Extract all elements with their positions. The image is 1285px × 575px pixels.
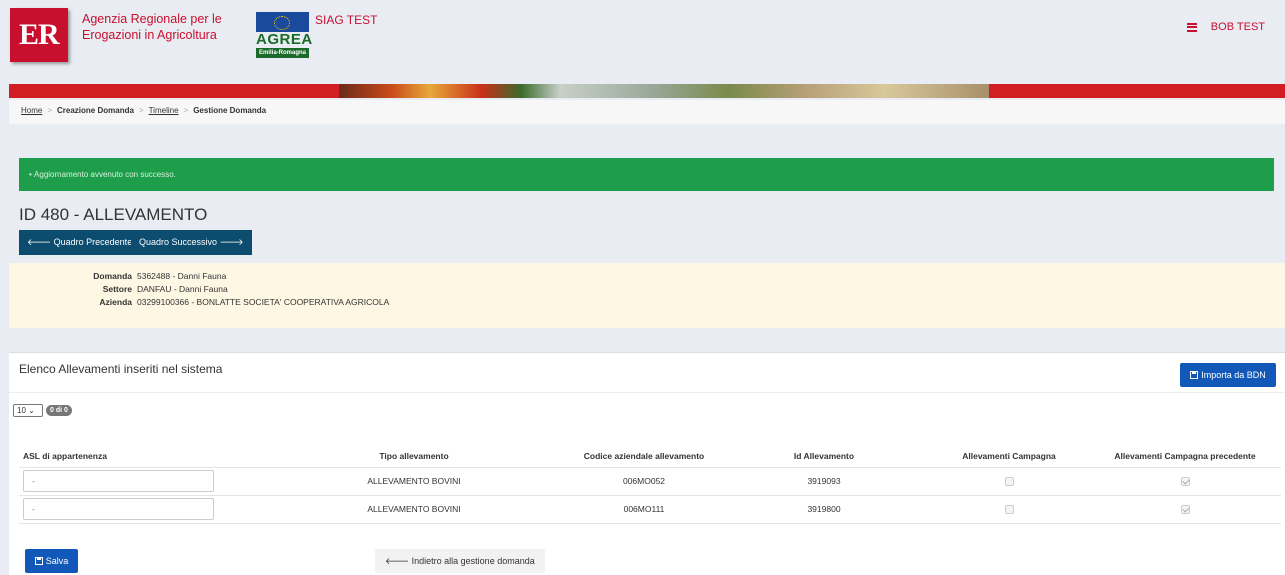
column-header-tipo[interactable]: Tipo allevamento [259, 445, 569, 468]
success-message: Aggiornamento avvenuto con successo. [34, 170, 176, 179]
er-logo-text: ER [19, 18, 60, 51]
import-bdn-label: Importa da BDN [1201, 370, 1266, 380]
tipo-allevamento-cell: ALLEVAMENTO BOVINI [259, 467, 569, 496]
id-allevamento-cell: 3919093 [719, 467, 929, 496]
count-badge: 0 di 0 [46, 405, 72, 416]
agrea-logo-sub: Emilia-Romagna [256, 48, 309, 58]
breadcrumb-home[interactable]: Home [21, 106, 42, 115]
column-header-codice[interactable]: Codice aziendale allevamento [569, 445, 719, 468]
er-logo[interactable]: ER [10, 8, 68, 62]
breadcrumb-timeline[interactable]: Timeline [149, 106, 179, 115]
import-bdn-button[interactable]: Importa da BDN [1180, 363, 1276, 387]
next-quadro-button[interactable]: Quadro Successivo 🡒 [131, 230, 252, 255]
panel-title: Elenco Allevamenti inseriti nel sistema [19, 362, 223, 376]
allevamenti-table: ASL di appartenenza Tipo allevamento Cod… [19, 445, 1281, 524]
user-name[interactable]: BOB TEST [1211, 21, 1265, 33]
domanda-info-panel: Domanda 5362488 - Danni Fauna Settore DANF… [9, 263, 1285, 328]
tipo-allevamento-cell: ALLEVAMENTO BOVINI [259, 495, 569, 524]
asl-input[interactable]: - [23, 498, 214, 520]
table-row: - ALLEVAMENTO BOVINI 006MO111 3919800 [19, 495, 1281, 524]
column-header-campagna[interactable]: Allevamenti Campagna [929, 445, 1089, 468]
next-quadro-label: Quadro Successivo [139, 237, 218, 247]
codice-allevamento-cell: 006MO111 [569, 495, 719, 524]
floppy-icon [34, 557, 43, 565]
column-header-campagna-precedente[interactable]: Allevamenti Campagna precedente [1089, 445, 1281, 468]
page-size-select[interactable]: 10 ⌄ [13, 404, 43, 417]
codice-allevamento-cell: 006MO052 [569, 467, 719, 496]
campagna-checkbox[interactable] [1004, 477, 1014, 487]
agency-name-line2: Erogazioni in Agricoltura [82, 28, 217, 42]
column-header-asl[interactable]: ASL di appartenenza [19, 445, 259, 468]
info-row-domanda: Domanda 5362488 - Danni Fauna [93, 271, 227, 281]
allevamenti-panel: Elenco Allevamenti inseriti nel sistema … [9, 352, 1285, 575]
arrow-left-icon: 🡐 [27, 237, 54, 247]
info-row-azienda: Azienda 03299100366 - BONLATTE SOCIETA' C… [99, 297, 390, 307]
arrow-left-icon: 🡐 [385, 556, 412, 566]
environment-label: SIAG TEST [315, 13, 378, 27]
table-header-row: ASL di appartenenza Tipo allevamento Cod… [19, 445, 1281, 468]
breadcrumb-creazione-domanda: Creazione Domanda [57, 106, 134, 115]
id-allevamento-cell: 3919800 [719, 495, 929, 524]
header-banner [9, 84, 1285, 98]
breadcrumb-separator: > [47, 106, 53, 115]
agency-name: Agenzia Regionale per le Erogazioni in A… [82, 11, 242, 43]
asl-input[interactable]: - [23, 470, 214, 492]
breadcrumb: Home > Creazione Domanda > Timeline > Gestione… [9, 100, 1285, 124]
save-label: Salva [45, 556, 69, 566]
prev-quadro-button[interactable]: 🡐 Quadro Precedente [19, 230, 141, 255]
success-alert: • Aggiornamento avvenuto con successo. [19, 158, 1274, 191]
prev-quadro-label: Quadro Precedente [53, 237, 133, 247]
agrea-logo-word: AGREA [256, 31, 313, 48]
campagna-precedente-checkbox[interactable] [1180, 505, 1190, 515]
site-header: ER Agenzia Regionale per le Erogazioni i… [0, 0, 1285, 84]
floppy-icon [1190, 371, 1199, 379]
chevron-down-icon: ⌄ [28, 406, 35, 415]
user-area: BOB TEST [1186, 21, 1265, 33]
banner-image [339, 84, 989, 98]
campagna-checkbox[interactable] [1004, 505, 1014, 515]
arrow-right-icon: 🡒 [217, 237, 244, 247]
back-to-domanda-button[interactable]: 🡐 Indietro alla gestione domanda [375, 549, 545, 573]
info-row-settore: Settore DANFAU - Danni Fauna [102, 284, 228, 294]
save-button[interactable]: Salva [25, 549, 78, 573]
breadcrumb-separator: > [138, 106, 144, 115]
hamburger-icon[interactable] [1186, 22, 1197, 32]
divider [9, 392, 1285, 393]
agency-name-line1: Agenzia Regionale per le [82, 12, 222, 26]
column-header-id[interactable]: Id Allevamento [719, 445, 929, 468]
campagna-precedente-checkbox[interactable] [1180, 477, 1190, 487]
table-row: - ALLEVAMENTO BOVINI 006MO052 3919093 [19, 467, 1281, 496]
breadcrumb-gestione-domanda: Gestione Domanda [193, 106, 267, 115]
page-title: ID 480 - ALLEVAMENTO [19, 205, 208, 224]
agrea-logo: AGREA Emilia-Romagna [256, 12, 313, 58]
eu-flag-icon [256, 12, 309, 32]
breadcrumb-separator: > [183, 106, 189, 115]
pagination-controls: 10 ⌄ 0 di 0 [13, 404, 72, 417]
back-label: Indietro alla gestione domanda [411, 556, 535, 566]
